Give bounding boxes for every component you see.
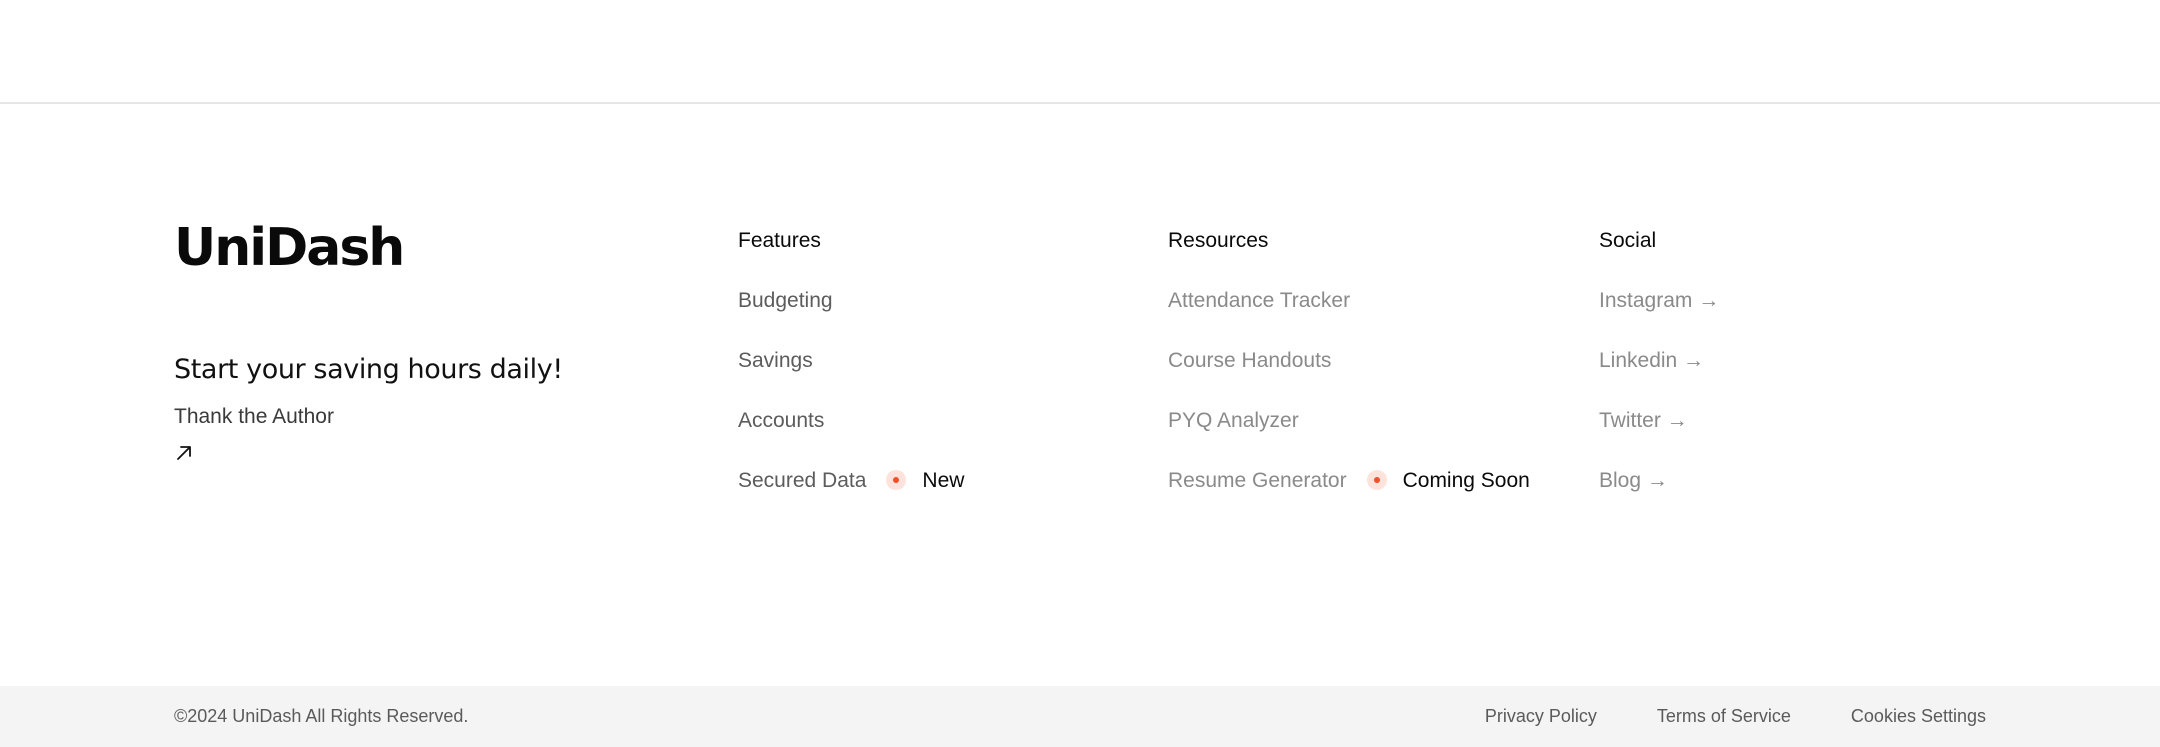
coming-soon-badge: Coming Soon — [1366, 468, 1530, 492]
footer-link-course-handouts[interactable]: Course Handouts — [1168, 350, 1331, 371]
resources-list: Attendance Tracker Course Handouts PYQ A… — [1168, 289, 1530, 491]
resources-heading: Resources — [1168, 229, 1269, 252]
list-item: Twitter → — [1599, 409, 1719, 431]
footer-link-secured-data[interactable]: Secured Data — [738, 470, 866, 491]
footer-link-resume-generator[interactable]: Resume Generator — [1168, 470, 1347, 491]
arrow-up-right-icon[interactable] — [174, 443, 194, 463]
tagline: Start your saving hours daily! — [174, 354, 563, 385]
badge-label: New — [922, 468, 965, 492]
list-item: Savings — [738, 349, 964, 371]
list-item: PYQ Analyzer — [1168, 409, 1530, 431]
social-link-linkedin[interactable]: Linkedin → — [1599, 350, 1704, 371]
list-item: Instagram → — [1599, 289, 1719, 311]
list-item: Accounts — [738, 409, 964, 431]
site-footer: UniDash Start your saving hours daily! T… — [0, 106, 2160, 686]
copyright-text: ©2024 UniDash All Rights Reserved. — [174, 706, 469, 726]
list-item: Linkedin → — [1599, 349, 1719, 371]
privacy-policy-link[interactable]: Privacy Policy — [1485, 707, 1597, 725]
list-item: Attendance Tracker — [1168, 289, 1530, 311]
page-top-area — [0, 0, 2160, 104]
social-link-instagram[interactable]: Instagram → — [1599, 290, 1719, 311]
footer-bottom-bar: ©2024 UniDash All Rights Reserved. Priva… — [0, 686, 2160, 747]
footer-link-budgeting[interactable]: Budgeting — [738, 290, 833, 311]
list-item: Secured Data New — [738, 469, 964, 491]
footer-link-accounts[interactable]: Accounts — [738, 410, 824, 431]
footer-link-savings[interactable]: Savings — [738, 350, 813, 371]
social-link-blog[interactable]: Blog → — [1599, 470, 1668, 491]
footer-link-attendance-tracker[interactable]: Attendance Tracker — [1168, 290, 1350, 311]
status-dot-icon — [886, 470, 907, 490]
social-list: Instagram → Linkedin → Twitter → Blog → — [1599, 289, 1719, 491]
resources-column: Resources Attendance Tracker Course Hand… — [1168, 230, 1530, 529]
cookies-settings-link[interactable]: Cookies Settings — [1851, 707, 1986, 725]
legal-links: Privacy Policy Terms of Service Cookies … — [1485, 707, 1986, 725]
features-column: Features Budgeting Savings Accounts Secu… — [738, 230, 964, 529]
status-dot-icon — [1366, 470, 1387, 490]
new-badge: New — [886, 470, 964, 491]
social-heading: Social — [1599, 229, 1657, 252]
list-item: Budgeting — [738, 289, 964, 311]
list-item: Resume Generator Coming Soon — [1168, 469, 1530, 491]
badge-label: Coming Soon — [1402, 468, 1530, 492]
brand-logo[interactable]: UniDash — [174, 222, 694, 274]
thank-author-link[interactable]: Thank the Author — [174, 406, 694, 427]
footer-link-pyq-analyzer[interactable]: PYQ Analyzer — [1168, 410, 1299, 431]
features-heading: Features — [738, 229, 821, 252]
social-link-twitter[interactable]: Twitter → — [1599, 410, 1688, 431]
features-list: Budgeting Savings Accounts Secured Data … — [738, 289, 964, 491]
social-column: Social Instagram → Linkedin → Twitter → … — [1599, 230, 1719, 529]
list-item: Blog → — [1599, 469, 1719, 491]
brand-column: UniDash Start your saving hours daily! T… — [174, 222, 694, 463]
terms-of-service-link[interactable]: Terms of Service — [1657, 707, 1791, 725]
list-item: Course Handouts — [1168, 349, 1530, 371]
